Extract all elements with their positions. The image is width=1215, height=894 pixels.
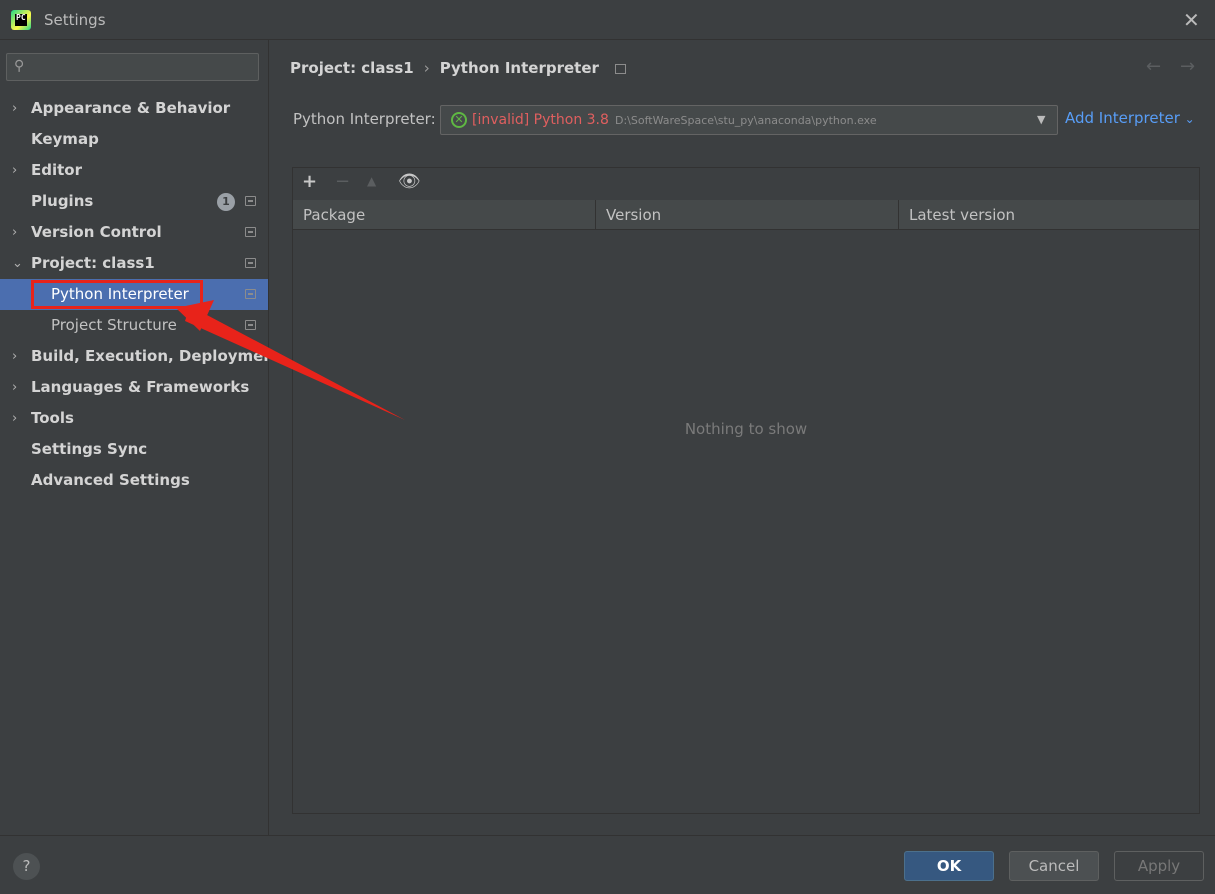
sidebar-item-python-interpreter[interactable]: Python Interpreter: [0, 279, 268, 310]
sidebar-item-label: Editor: [31, 161, 82, 179]
remove-icon[interactable]: −: [335, 171, 350, 192]
sidebar-item-label: Languages & Frameworks: [31, 378, 250, 396]
dialog-button-bar: ? OK Cancel Apply: [0, 835, 1215, 894]
search-input[interactable]: ⚲: [6, 53, 259, 81]
chevron-right-icon[interactable]: ›: [12, 155, 17, 186]
sidebar-item-label: Appearance & Behavior: [31, 99, 231, 117]
interpreter-label: Python Interpreter:: [293, 110, 436, 128]
add-icon[interactable]: +: [302, 171, 317, 192]
annotation-highlight-box: [31, 280, 203, 309]
chevron-down-icon[interactable]: ⌄: [12, 248, 23, 279]
sidebar-item-keymap[interactable]: Keymap: [0, 124, 268, 155]
packages-panel: + − ▲ 👁 Package Version Latest version N…: [292, 167, 1200, 814]
close-icon[interactable]: ✕: [1183, 8, 1200, 32]
back-arrow-icon[interactable]: ←: [1146, 56, 1161, 77]
chevron-right-icon[interactable]: ›: [12, 403, 17, 434]
add-interpreter-link[interactable]: Add Interpreter ⌄: [1065, 109, 1195, 127]
chevron-right-icon[interactable]: ›: [12, 217, 17, 248]
breadcrumb-current: Python Interpreter: [439, 59, 599, 77]
sidebar-item-appearance[interactable]: › Appearance & Behavior: [0, 93, 268, 124]
settings-content: Project: class1 › Python Interpreter ← → P…: [270, 40, 1215, 835]
settings-tree: › Appearance & Behavior Keymap › Editor …: [0, 93, 281, 496]
cancel-button[interactable]: Cancel: [1009, 851, 1099, 881]
pycharm-logo-icon: PC: [11, 10, 31, 30]
sidebar-item-label: Project Structure: [51, 316, 177, 334]
sidebar-item-label: Keymap: [31, 130, 99, 148]
sidebar-item-version-control[interactable]: › Version Control: [0, 217, 268, 248]
interpreter-path: D:\SoftWareSpace\stu_py\anaconda\python.…: [615, 114, 877, 127]
add-interpreter-label: Add Interpreter: [1065, 109, 1180, 127]
search-icon: ⚲: [14, 58, 25, 74]
sidebar-item-label: Settings Sync: [31, 440, 148, 458]
breadcrumb: Project: class1 › Python Interpreter: [290, 59, 626, 77]
breadcrumb-parent[interactable]: Project: class1: [290, 59, 414, 77]
chevron-down-icon: ⌄: [1184, 112, 1195, 126]
help-icon[interactable]: ?: [13, 853, 40, 880]
chevron-right-icon[interactable]: ›: [12, 93, 17, 124]
dropdown-arrow-icon[interactable]: ▼: [1037, 113, 1045, 126]
settings-doc-icon: [245, 289, 256, 299]
sidebar-item-label: Build, Execution, Deployment: [31, 347, 282, 365]
upgrade-icon[interactable]: ▲: [367, 174, 376, 188]
sidebar-item-editor[interactable]: › Editor: [0, 155, 268, 186]
settings-doc-icon: [245, 320, 256, 330]
ok-button[interactable]: OK: [904, 851, 994, 881]
window-title: Settings: [44, 11, 106, 29]
breadcrumb-separator: ›: [423, 59, 430, 77]
settings-doc-icon: [245, 196, 256, 206]
sidebar-item-advanced[interactable]: Advanced Settings: [0, 465, 268, 496]
sidebar-item-tools[interactable]: › Tools: [0, 403, 268, 434]
settings-doc-icon: [245, 227, 256, 237]
settings-doc-icon: [245, 258, 256, 268]
plugins-update-badge: 1: [217, 193, 235, 211]
sidebar-item-project-structure[interactable]: Project Structure: [0, 310, 268, 341]
packages-table-header: Package Version Latest version: [293, 200, 1199, 230]
sidebar-item-label: Advanced Settings: [31, 471, 190, 489]
column-header-latest-version[interactable]: Latest version: [899, 200, 1199, 230]
sidebar-item-project[interactable]: ⌄ Project: class1: [0, 248, 268, 279]
sidebar-item-plugins[interactable]: Plugins 1: [0, 186, 268, 217]
interpreter-status: [invalid] Python 3.8: [472, 112, 609, 128]
sidebar-item-label: Project: class1: [31, 254, 155, 272]
settings-doc-icon: [614, 63, 626, 74]
column-header-package[interactable]: Package: [293, 200, 595, 230]
sidebar-item-label: Plugins: [31, 192, 94, 210]
forward-arrow-icon[interactable]: →: [1180, 56, 1195, 77]
title-bar: PC Settings ✕: [0, 0, 1215, 40]
eye-icon[interactable]: 👁: [398, 171, 421, 192]
sidebar-item-label: Tools: [31, 409, 74, 427]
settings-sidebar: ⚲ › Appearance & Behavior Keymap › Edito…: [0, 40, 281, 835]
interpreter-select[interactable]: ✕ [invalid] Python 3.8 D:\SoftWareSpace\…: [440, 105, 1058, 135]
apply-button[interactable]: Apply: [1114, 851, 1204, 881]
empty-state-text: Nothing to show: [684, 420, 808, 438]
packages-toolbar: + − ▲ 👁: [293, 168, 1199, 200]
invalid-interpreter-icon: ✕: [451, 112, 467, 128]
sidebar-item-languages[interactable]: › Languages & Frameworks: [0, 372, 268, 403]
column-header-version[interactable]: Version: [596, 200, 898, 230]
sidebar-item-settings-sync[interactable]: Settings Sync: [0, 434, 268, 465]
sidebar-item-label: Version Control: [31, 223, 162, 241]
chevron-right-icon[interactable]: ›: [12, 341, 17, 372]
sidebar-item-build[interactable]: › Build, Execution, Deployment: [0, 341, 281, 372]
chevron-right-icon[interactable]: ›: [12, 372, 17, 403]
